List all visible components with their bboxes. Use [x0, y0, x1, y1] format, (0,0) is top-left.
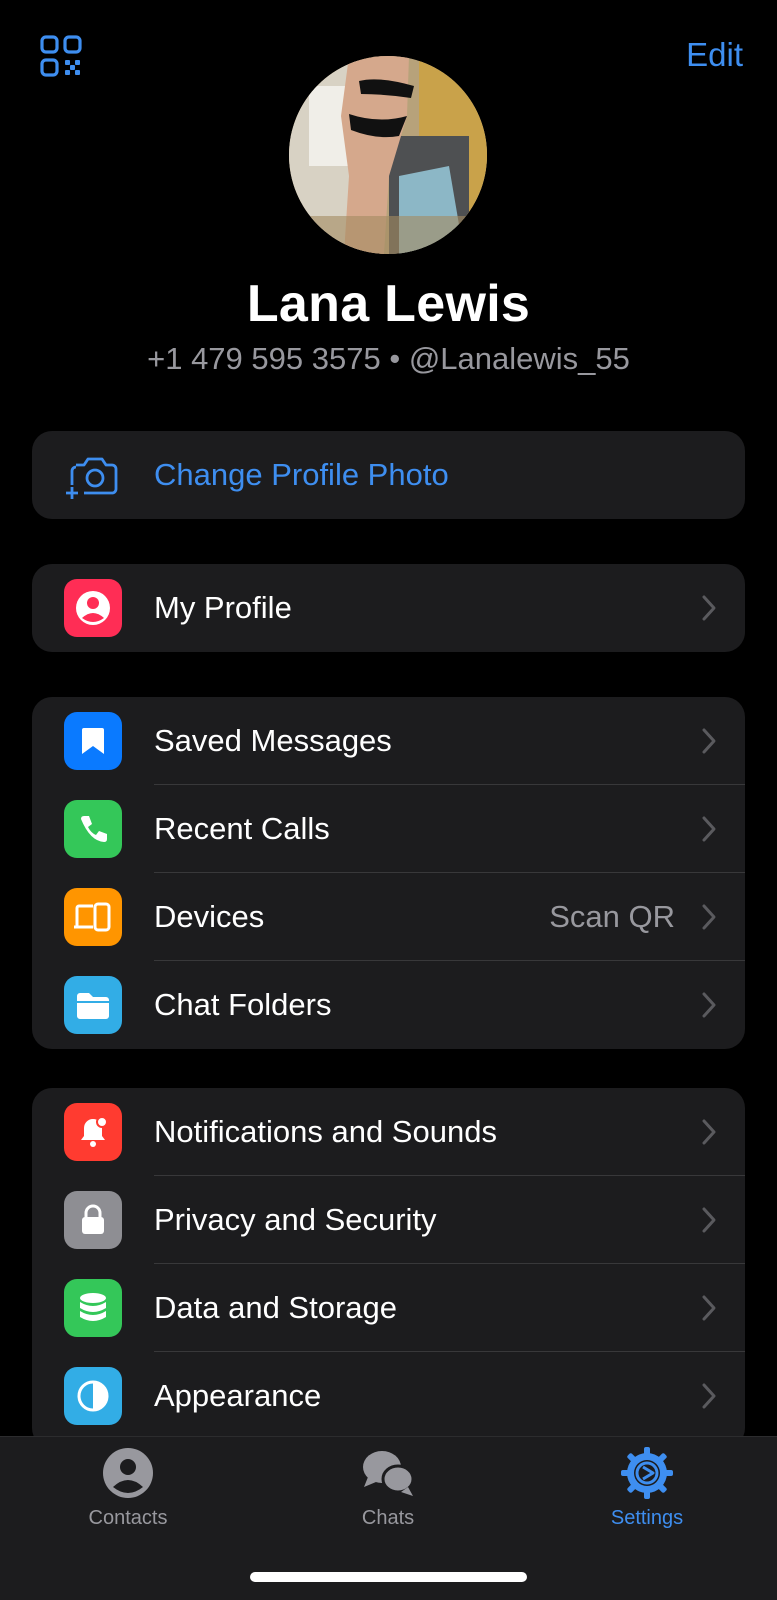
- change-profile-photo-button[interactable]: Change Profile Photo: [32, 431, 745, 519]
- tab-contacts[interactable]: Contacts: [38, 1445, 218, 1530]
- tab-label: Chats: [361, 1507, 415, 1529]
- edit-button[interactable]: Edit: [686, 36, 743, 74]
- settings-item-label: Saved Messages: [154, 723, 392, 758]
- settings-item-devices[interactable]: Devices Scan QR: [32, 873, 745, 961]
- settings-item-notifications[interactable]: Notifications and Sounds: [32, 1088, 745, 1176]
- settings-item-appearance[interactable]: Appearance: [32, 1352, 745, 1440]
- settings-gear-icon: [621, 1447, 673, 1499]
- tab-chats[interactable]: Chats: [298, 1445, 478, 1530]
- person-icon: [64, 579, 122, 637]
- phone-icon: [64, 800, 122, 858]
- chevron-right-icon: [702, 1295, 716, 1321]
- profile-subline: +1 479 595 3575 • @Lanalewis_55: [0, 341, 777, 377]
- settings-item-label: My Profile: [154, 590, 292, 625]
- settings-item-label: Devices: [154, 899, 265, 934]
- settings-group: Notifications and Sounds Privacy and Sec…: [32, 1088, 745, 1448]
- home-indicator: [250, 1572, 527, 1582]
- profile-group: My Profile: [32, 564, 745, 652]
- folder-icon: [64, 976, 122, 1034]
- chevron-right-icon: [702, 1383, 716, 1409]
- settings-item-label: Notifications and Sounds: [154, 1114, 497, 1149]
- appearance-icon: [64, 1367, 122, 1425]
- chevron-right-icon: [702, 816, 716, 842]
- chevron-right-icon: [702, 1207, 716, 1233]
- settings-item-label: Recent Calls: [154, 811, 330, 846]
- qr-code-icon[interactable]: [40, 35, 82, 77]
- change-photo-group: Change Profile Photo: [32, 431, 745, 519]
- camera-add-icon: [66, 457, 118, 499]
- settings-item-recent-calls[interactable]: Recent Calls: [32, 785, 745, 873]
- scan-qr-value: Scan QR: [549, 899, 675, 934]
- chevron-right-icon: [702, 595, 716, 621]
- settings-item-chat-folders[interactable]: Chat Folders: [32, 961, 745, 1049]
- database-icon: [64, 1279, 122, 1337]
- profile-separator: •: [389, 341, 401, 376]
- profile-phone: +1 479 595 3575: [147, 341, 381, 376]
- tab-label: Contacts: [88, 1507, 168, 1529]
- settings-item-saved-messages[interactable]: Saved Messages: [32, 697, 745, 785]
- lock-icon: [64, 1191, 122, 1249]
- avatar[interactable]: [289, 56, 487, 254]
- settings-item-label: Privacy and Security: [154, 1202, 437, 1237]
- avatar-photo: [289, 56, 487, 254]
- profile-name: Lana Lewis: [246, 275, 531, 333]
- change-profile-photo-label: Change Profile Photo: [154, 457, 449, 492]
- devices-icon: [64, 888, 122, 946]
- settings-item-label: Data and Storage: [154, 1290, 398, 1325]
- chevron-right-icon: [702, 728, 716, 754]
- tab-settings[interactable]: Settings: [557, 1445, 737, 1530]
- chevron-right-icon: [702, 992, 716, 1018]
- settings-item-data-storage[interactable]: Data and Storage: [32, 1264, 745, 1352]
- chevron-right-icon: [702, 1119, 716, 1145]
- tab-label: Settings: [610, 1507, 684, 1529]
- settings-item-my-profile[interactable]: My Profile: [32, 564, 745, 652]
- settings-item-label: Appearance: [154, 1378, 322, 1413]
- contacts-icon: [103, 1448, 153, 1498]
- chats-icon: [363, 1451, 415, 1496]
- settings-item-label: Chat Folders: [154, 987, 332, 1022]
- settings-item-privacy[interactable]: Privacy and Security: [32, 1176, 745, 1264]
- bookmark-icon: [64, 712, 122, 770]
- chevron-right-icon: [702, 904, 716, 930]
- profile-username: @Lanalewis_55: [408, 341, 630, 376]
- bell-icon: [64, 1103, 122, 1161]
- main-group: Saved Messages Recent Calls Devices Scan…: [32, 697, 745, 1049]
